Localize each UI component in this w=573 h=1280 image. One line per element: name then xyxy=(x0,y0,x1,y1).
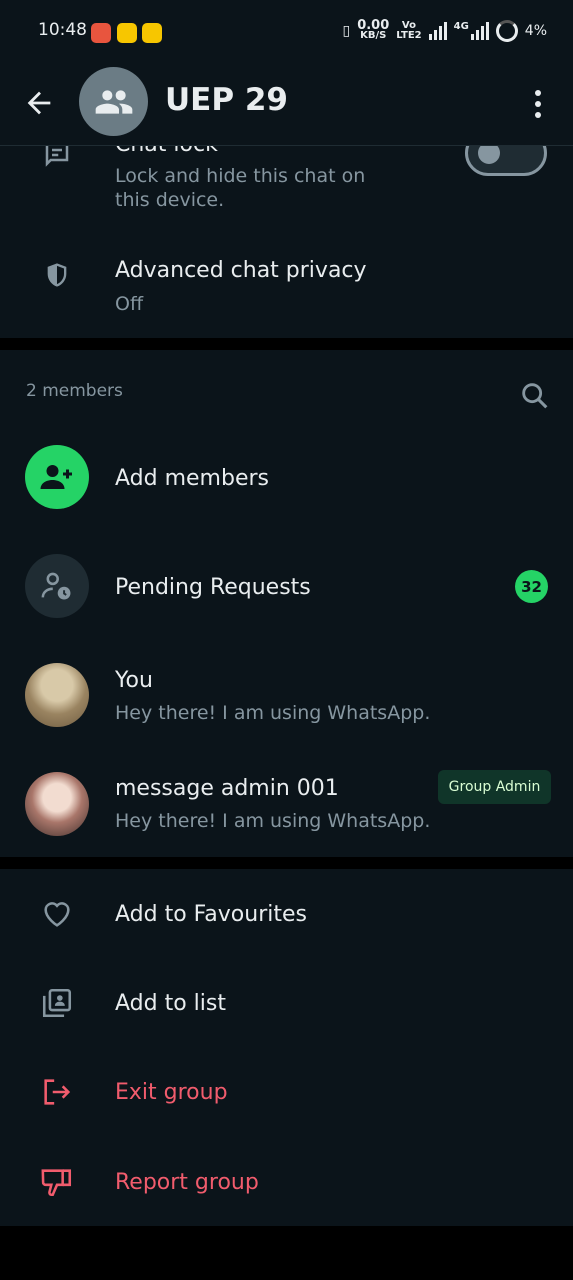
network-4g-signal: 4G xyxy=(454,22,489,40)
vibrate-icon: ▯ xyxy=(342,23,351,39)
member-avatar xyxy=(25,663,89,727)
advanced-privacy-row[interactable]: Advanced chat privacy Off xyxy=(0,248,573,328)
pending-requests-label: Pending Requests xyxy=(115,575,311,600)
members-search-button[interactable] xyxy=(518,379,552,413)
arrow-left-icon xyxy=(27,91,51,115)
member-status: Hey there! I am using WhatsApp. xyxy=(115,702,431,724)
member-name: message admin 001 xyxy=(115,776,339,801)
section-divider xyxy=(0,857,573,869)
members-count: 2 members xyxy=(26,381,123,401)
dot xyxy=(535,101,541,107)
add-member-avatar xyxy=(25,445,89,509)
add-person-icon xyxy=(40,465,72,489)
pending-requests-row[interactable]: Pending Requests xyxy=(0,549,573,629)
group-icon xyxy=(95,89,132,114)
advanced-privacy-value: Off xyxy=(115,293,144,315)
add-to-list-row[interactable]: Add to list xyxy=(0,969,573,1039)
network-type: 4G xyxy=(453,21,469,32)
add-to-list-label: Add to list xyxy=(115,991,226,1016)
member-status: Hey there! I am using WhatsApp. xyxy=(115,810,431,832)
status-bar: 10:48 ▯ 0.00 KB/S Vo LTE2 4G 4% xyxy=(0,0,573,62)
exit-icon xyxy=(38,1073,76,1111)
add-members-label: Add members xyxy=(115,466,269,491)
pending-count-badge: 32 xyxy=(515,570,548,603)
section-divider xyxy=(0,338,573,350)
member-name: You xyxy=(115,668,153,693)
group-title[interactable]: UEP 29 xyxy=(165,82,288,118)
report-group-label: Report group xyxy=(115,1170,259,1195)
report-group-row[interactable]: Report group xyxy=(0,1148,573,1218)
more-options-button[interactable] xyxy=(523,84,553,124)
add-to-favourites-label: Add to Favourites xyxy=(115,902,307,927)
add-members-row[interactable]: Add members xyxy=(0,440,573,520)
battery-icon xyxy=(495,20,518,42)
volte-bottom: LTE2 xyxy=(396,30,422,41)
group-avatar[interactable] xyxy=(79,67,148,136)
back-button[interactable] xyxy=(22,86,56,120)
person-clock-icon xyxy=(41,572,71,600)
group-admin-badge: Group Admin xyxy=(438,770,551,804)
net-speed: 0.00 KB/S xyxy=(357,19,389,41)
exit-group-label: Exit group xyxy=(115,1080,228,1105)
status-time: 10:48 xyxy=(38,20,87,40)
member-row[interactable]: You Hey there! I am using WhatsApp. xyxy=(0,659,573,739)
flipkart-app-icon xyxy=(117,23,137,43)
flipkart-app-icon-2 xyxy=(142,23,162,43)
heart-icon xyxy=(38,895,76,933)
add-to-favourites-row[interactable]: Add to Favourites xyxy=(0,880,573,950)
chat-lock-subtitle: Lock and hide this chat on this device. xyxy=(115,165,366,211)
exit-group-row[interactable]: Exit group xyxy=(0,1058,573,1128)
game-app-icon xyxy=(91,23,111,43)
dot xyxy=(535,90,541,96)
group-info-header: UEP 29 xyxy=(0,62,573,146)
net-speed-unit: KB/S xyxy=(360,30,387,41)
advanced-privacy-title: Advanced chat privacy xyxy=(115,258,367,283)
member-avatar xyxy=(25,772,89,836)
shield-icon xyxy=(38,256,76,294)
thumbs-down-icon xyxy=(38,1163,76,1201)
volte-indicator: Vo LTE2 xyxy=(396,21,421,41)
pending-requests-avatar xyxy=(25,554,89,618)
status-indicators: ▯ 0.00 KB/S Vo LTE2 4G 4% xyxy=(342,19,547,42)
signal-icon-2 xyxy=(470,22,489,40)
contact-list-icon xyxy=(38,984,76,1022)
battery-percent: 4% xyxy=(524,23,547,39)
search-icon xyxy=(522,383,548,409)
signal-icon xyxy=(428,22,447,40)
dot xyxy=(535,112,541,118)
navigation-bar-area xyxy=(0,1226,573,1280)
